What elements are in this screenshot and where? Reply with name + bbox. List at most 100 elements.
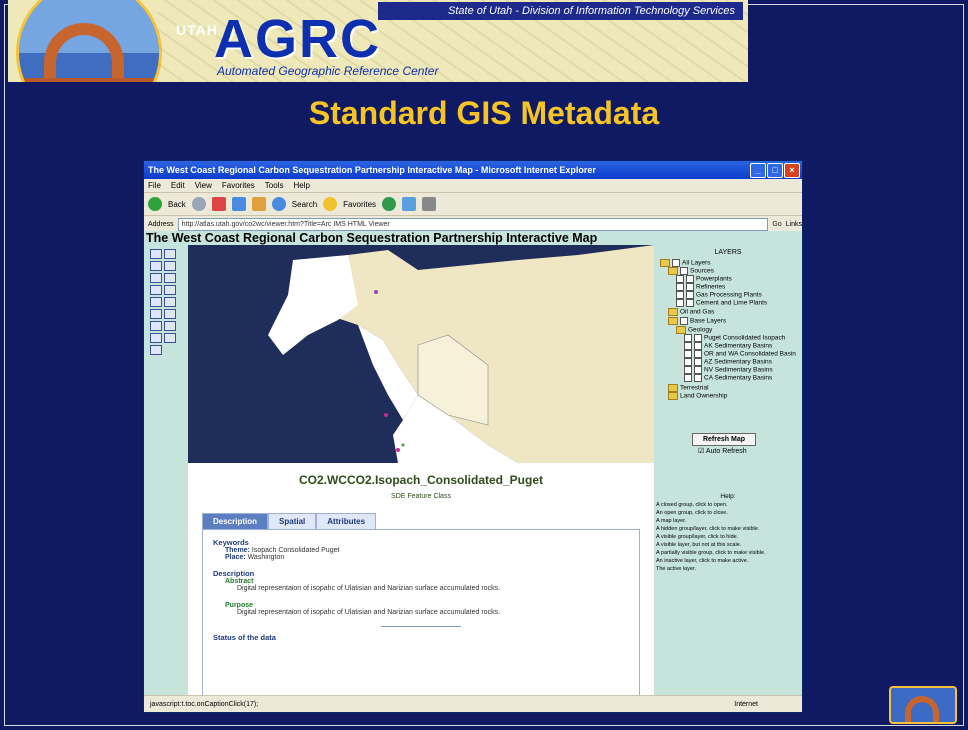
layer-row[interactable]: AZ Sedimentary Basins bbox=[684, 358, 772, 366]
menu-edit[interactable]: Edit bbox=[171, 179, 185, 192]
web-page: The West Coast Regional Carbon Sequestra… bbox=[144, 231, 802, 695]
stop-icon[interactable] bbox=[211, 197, 226, 211]
purpose-text: Digital representaion of isopahc of Ulat… bbox=[237, 609, 501, 616]
edit-icon[interactable] bbox=[164, 333, 176, 343]
utah-label: UTAH bbox=[176, 22, 218, 38]
feature-class-title: CO2.WCCO2.Isopach_Consolidated_Puget bbox=[298, 473, 544, 487]
search-icon[interactable] bbox=[271, 197, 286, 211]
tab-attributes[interactable]: Attributes bbox=[316, 513, 377, 530]
zoom-in-icon[interactable] bbox=[150, 261, 162, 271]
menu-bar: File Edit View Favorites Tools Help bbox=[144, 179, 802, 193]
layers-header: LAYERS bbox=[714, 249, 742, 256]
refresh-map-button[interactable]: Refresh Map bbox=[692, 433, 756, 446]
address-label: Address bbox=[148, 220, 174, 228]
description-heading: Description bbox=[213, 569, 255, 578]
clear-selection-icon[interactable] bbox=[150, 321, 162, 331]
zoom-last-icon[interactable] bbox=[150, 273, 162, 283]
pan-icon[interactable] bbox=[164, 273, 176, 283]
close-button[interactable]: × bbox=[784, 163, 800, 178]
metadata-panel: CO2.WCCO2.Isopach_Consolidated_Puget SDE… bbox=[188, 463, 654, 695]
page-title: The West Coast Regional Carbon Sequestra… bbox=[144, 231, 802, 245]
forward-arrow-icon[interactable] bbox=[191, 197, 206, 211]
agrc-subtitle: Automated Geographic Reference Center bbox=[217, 64, 439, 78]
zoom-full-icon[interactable] bbox=[150, 249, 162, 259]
layer-row[interactable]: Puget Consolidated Isopach bbox=[684, 334, 785, 342]
status-text: javascript:t.toc.onCaptionClick(17); bbox=[150, 701, 259, 708]
feature-class-type: SDE Feature Class bbox=[391, 493, 451, 500]
keywords-heading: Keywords bbox=[213, 538, 249, 547]
layer-row[interactable]: NV Sedimentary Basins bbox=[684, 366, 773, 374]
auto-refresh-checkbox[interactable]: ☑ Auto Refresh bbox=[698, 447, 747, 455]
description-panel: Keywords Theme: Isopach Consolidated Pug… bbox=[202, 529, 640, 695]
menu-file[interactable]: File bbox=[148, 179, 161, 192]
back-arrow-icon[interactable] bbox=[148, 197, 162, 211]
layer-row[interactable]: CA Sedimentary Basins bbox=[684, 374, 772, 382]
menu-view[interactable]: View bbox=[195, 179, 212, 192]
zoom-out-icon[interactable] bbox=[164, 261, 176, 271]
map-toolbar bbox=[144, 245, 188, 695]
status-heading: Status of the data bbox=[213, 633, 276, 642]
internet-zone: Internet bbox=[734, 701, 758, 708]
favorites-button-label[interactable]: Favorites bbox=[343, 200, 376, 209]
purpose-heading: Purpose bbox=[225, 602, 254, 609]
buffer-icon[interactable] bbox=[150, 333, 162, 343]
layer-row[interactable]: All Layers bbox=[660, 259, 711, 267]
mail-icon[interactable] bbox=[402, 197, 417, 211]
layer-row[interactable]: Powerplants bbox=[676, 275, 732, 283]
print-map-icon[interactable] bbox=[150, 345, 162, 355]
maximize-button[interactable]: □ bbox=[767, 163, 783, 178]
layer-row[interactable]: AK Sedimentary Basins bbox=[684, 342, 772, 350]
links-label[interactable]: Links bbox=[786, 221, 802, 228]
find-icon[interactable] bbox=[164, 297, 176, 307]
slide-title: Standard GIS Metadata bbox=[308, 95, 660, 131]
query-icon[interactable] bbox=[150, 297, 162, 307]
back-button-label[interactable]: Back bbox=[168, 200, 186, 209]
minimize-button[interactable]: _ bbox=[750, 163, 766, 178]
menu-tools[interactable]: Tools bbox=[265, 179, 284, 192]
corner-arch-logo bbox=[889, 686, 957, 724]
abstract-text: Digital representaion of isopahc of Ulat… bbox=[237, 585, 501, 592]
status-bar: javascript:t.toc.onCaptionClick(17); Int… bbox=[144, 695, 802, 712]
tab-description[interactable]: Description bbox=[202, 513, 269, 530]
favorites-star-icon[interactable] bbox=[323, 197, 338, 211]
agrc-logo-text: AGRC bbox=[214, 9, 381, 69]
abstract-heading: Abstract bbox=[225, 578, 254, 585]
delicate-arch-logo bbox=[16, 0, 162, 82]
search-button-label[interactable]: Search bbox=[292, 200, 317, 209]
agrc-banner: State of Utah - Division of Information … bbox=[8, 0, 748, 82]
menu-favorites[interactable]: Favorites bbox=[222, 179, 255, 192]
menu-help[interactable]: Help bbox=[293, 179, 309, 192]
layer-row[interactable]: Base Layers bbox=[668, 317, 726, 325]
layer-row[interactable]: Terrestrial bbox=[668, 384, 709, 392]
window-title: The West Coast Regional Carbon Sequestra… bbox=[148, 165, 596, 175]
history-icon[interactable] bbox=[382, 197, 397, 211]
state-division-line: State of Utah - Division of Information … bbox=[378, 2, 743, 20]
layers-panel: LAYERS All Layers Sources Powerplants Re… bbox=[654, 245, 802, 695]
home-icon[interactable] bbox=[251, 197, 266, 211]
map-view[interactable] bbox=[188, 245, 654, 463]
layer-row[interactable]: Land Ownership bbox=[668, 392, 727, 400]
select-icon[interactable] bbox=[164, 309, 176, 319]
go-button[interactable]: Go bbox=[772, 221, 781, 228]
print-icon[interactable] bbox=[422, 197, 437, 211]
identify-icon[interactable] bbox=[150, 285, 162, 295]
address-input[interactable]: http://atlas.utah.gov/co2wc/viewer.htm?T… bbox=[177, 217, 769, 231]
layer-row[interactable]: OR and WA Consolidated Basin bbox=[684, 350, 796, 358]
layer-row[interactable]: Geology bbox=[676, 326, 712, 334]
refresh-icon[interactable] bbox=[231, 197, 246, 211]
layer-row[interactable]: Cement and Lime Plants bbox=[676, 299, 767, 307]
layer-row[interactable]: Sources bbox=[668, 267, 714, 275]
layer-row[interactable]: Oil and Gas bbox=[668, 308, 714, 316]
window-titlebar: The West Coast Regional Carbon Sequestra… bbox=[144, 161, 802, 179]
info-icon[interactable] bbox=[164, 285, 176, 295]
tab-spatial[interactable]: Spatial bbox=[268, 513, 317, 530]
measure-icon[interactable] bbox=[150, 309, 162, 319]
browser-toolbar: Back Search Favorites bbox=[144, 193, 802, 216]
zoom-active-icon[interactable] bbox=[164, 249, 176, 259]
metadata-tabs: Description Spatial Attributes bbox=[202, 513, 377, 530]
help-legend: Help: A closed group, click to open. An … bbox=[656, 493, 766, 572]
layer-row[interactable]: Gas Processing Plants bbox=[676, 291, 762, 299]
layer-row[interactable]: Refineries bbox=[676, 283, 725, 291]
legend-icon[interactable] bbox=[164, 321, 176, 331]
browser-window: The West Coast Regional Carbon Sequestra… bbox=[143, 160, 803, 713]
